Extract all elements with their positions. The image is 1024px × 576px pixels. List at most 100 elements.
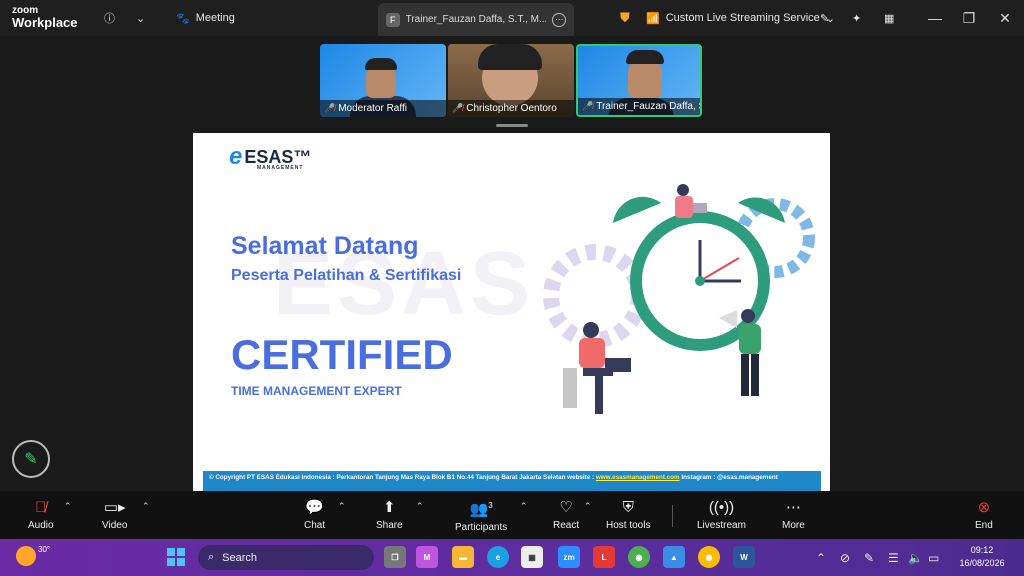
share-options-caret[interactable]: ⌃ xyxy=(416,501,424,512)
chevron-down-icon[interactable]: ⌄ xyxy=(136,0,145,36)
more-label: More xyxy=(782,519,805,531)
zoom-workplace-logo: zoom Workplace xyxy=(12,6,78,30)
title-bar: zoom Workplace ⓘ ⌄ 🐾 Meeting F Trainer_F… xyxy=(0,0,1024,36)
people-icon: 👥3 xyxy=(469,500,493,518)
participants-options-caret[interactable]: ⌃ xyxy=(520,501,528,512)
windows-start-icon[interactable] xyxy=(167,548,185,566)
pen-icon[interactable]: ✎ xyxy=(864,539,874,576)
m365-icon[interactable]: M xyxy=(416,546,438,568)
livestream-button[interactable]: ((•)) Livestream xyxy=(697,491,746,539)
battery-icon[interactable]: ▭ xyxy=(928,539,939,576)
signal-icon: 📶 xyxy=(646,12,660,25)
edge-icon[interactable]: e xyxy=(487,546,509,568)
resize-handle[interactable] xyxy=(496,124,528,127)
shared-screen-slide: ESAS e ESAS™ MANAGEMENT Selamat Datang P… xyxy=(193,133,830,491)
more-options-icon[interactable]: ⋯ xyxy=(552,12,567,27)
slide-welcome-sub: Peserta Pelatihan & Sertifikasi xyxy=(231,267,462,284)
screen-share-tab[interactable]: F Trainer_Fauzan Daffa, S.T., M....'s sc… xyxy=(378,3,574,36)
sharer-avatar: F xyxy=(386,12,400,27)
streaming-status[interactable]: 📶 Custom Live Streaming Service ⌄ xyxy=(646,0,835,36)
ai-sparkle-icon[interactable]: ✦ xyxy=(852,0,861,36)
more-dots-icon: ⋯ xyxy=(785,498,801,516)
tray-overflow-icon[interactable]: ⌃ xyxy=(816,539,826,576)
participants-button[interactable]: 👥3 Participants xyxy=(455,491,507,539)
minimize-button[interactable]: — xyxy=(920,0,950,36)
annotate-button[interactable]: ✎ xyxy=(12,440,50,478)
weather-widget[interactable]: 30° xyxy=(16,544,51,566)
info-icon[interactable]: ⓘ xyxy=(104,0,115,36)
chat-button[interactable]: 💬 Chat xyxy=(304,491,325,539)
end-button[interactable]: ⊗ End xyxy=(975,491,993,539)
paw-icon: 🐾 xyxy=(176,12,190,25)
video-camera-icon: ▭▸ xyxy=(103,498,126,516)
video-button[interactable]: ▭▸ Video xyxy=(102,491,127,539)
zoom-app-icon[interactable]: zm xyxy=(558,546,580,568)
participants-count: 3 xyxy=(488,500,493,510)
tab-label: Trainer_Fauzan Daffa, S.T., M....'s sc xyxy=(405,14,547,25)
share-label: Share xyxy=(376,519,403,531)
participant-tile[interactable]: 🎤̸ Moderator Raffi xyxy=(320,44,446,117)
participant-tile[interactable]: 🎤̸ Christopher Oentoro xyxy=(448,44,574,117)
share-screen-icon: ⬆ xyxy=(383,498,396,516)
participant-name-text: Trainer_Fauzan Daffa, S.T., ... xyxy=(596,101,700,112)
meeting-toolbar: 🎙̸ Audio ⌃ ▭▸ Video ⌃ 💬 Chat ⌃ ⬆ Share ⌃… xyxy=(0,491,1024,539)
mic-muted-icon: 🎤̸ xyxy=(582,101,594,111)
host-tools-label: Host tools xyxy=(606,519,651,531)
footer-text: © Copyright PT ESAS Edukasi Indonesia : … xyxy=(209,474,596,481)
file-explorer-icon[interactable]: ▬ xyxy=(452,546,474,568)
search-icon: ⌕ xyxy=(208,551,215,563)
chrome-profile-icon[interactable]: ◉ xyxy=(698,546,720,568)
livestream-label: Livestream xyxy=(697,519,746,531)
store-icon[interactable]: ▦ xyxy=(521,546,543,568)
search-input[interactable]: ⌕ Search xyxy=(198,545,374,570)
volume-icon[interactable]: 🔈 xyxy=(908,539,923,576)
toolbar-divider xyxy=(672,505,673,527)
meeting-label: Meeting xyxy=(195,12,235,24)
photos-icon[interactable]: ▲ xyxy=(663,546,685,568)
chat-options-caret[interactable]: ⌃ xyxy=(338,501,346,512)
react-button[interactable]: ♡ React xyxy=(553,491,579,539)
end-call-icon: ⊗ xyxy=(977,498,991,516)
pencil-icon: ✎ xyxy=(24,451,38,468)
footer-website-link[interactable]: www.esasmanagement.com xyxy=(596,474,680,481)
shield-check-icon: ⛨ xyxy=(622,498,634,516)
share-button[interactable]: ⬆ Share xyxy=(376,491,403,539)
participant-name: 🎤̸ Moderator Raffi xyxy=(320,100,446,117)
view-layout-icon[interactable]: ▦ xyxy=(884,0,894,36)
chrome-icon[interactable]: ◉ xyxy=(628,546,650,568)
windows-taskbar: 30° ⌕ Search ❐ M ▬ e ▦ zm L ◉ ▲ ◉ W ⌃ ⊘ … xyxy=(0,539,1024,576)
more-button[interactable]: ⋯ More xyxy=(782,491,805,539)
network-icon[interactable]: ⊘ xyxy=(840,539,850,576)
system-clock[interactable]: 09:12 16/08/2026 xyxy=(950,544,1014,570)
restore-button[interactable]: ❐ xyxy=(954,0,984,36)
magic-wand-icon[interactable]: ✎ xyxy=(820,0,829,36)
sun-icon xyxy=(16,546,36,566)
video-options-caret[interactable]: ⌃ xyxy=(142,501,150,512)
host-tools-button[interactable]: ⛨ Host tools xyxy=(606,491,650,539)
word-icon[interactable]: W xyxy=(733,546,755,568)
meeting-tab[interactable]: 🐾 Meeting xyxy=(176,0,235,36)
react-label: React xyxy=(553,519,580,531)
slide-certified: CERTIFIED xyxy=(231,331,453,378)
participant-strip: 🎤̸ Moderator Raffi 🎤̸ Christopher Oentor… xyxy=(320,44,702,117)
mic-muted-icon: 🎙̸ xyxy=(35,498,47,516)
l-app-icon[interactable]: L xyxy=(593,546,615,568)
clock-date: 16/08/2026 xyxy=(959,558,1005,568)
participant-tile-active[interactable]: 🎤̸ Trainer_Fauzan Daffa, S.T., ... xyxy=(576,44,702,117)
task-view-icon[interactable]: ❐ xyxy=(384,546,406,568)
react-options-caret[interactable]: ⌃ xyxy=(584,501,592,512)
close-button[interactable]: ✕ xyxy=(990,0,1020,36)
participant-name-text: Christopher Oentoro xyxy=(466,103,557,114)
esas-logo-mark: e xyxy=(229,143,243,170)
audio-button[interactable]: 🎙̸ Audio xyxy=(28,491,54,539)
participants-label: Participants xyxy=(455,521,508,533)
shield-icon[interactable]: ⛊ xyxy=(620,0,630,36)
temperature: 30° xyxy=(38,544,51,554)
audio-options-caret[interactable]: ⌃ xyxy=(64,501,72,512)
video-hair xyxy=(626,50,664,64)
end-label: End xyxy=(975,519,993,531)
search-placeholder: Search xyxy=(222,551,258,564)
wifi-icon[interactable]: ☰ xyxy=(888,539,899,576)
broadcast-icon: ((•)) xyxy=(708,498,735,516)
slide-footer: © Copyright PT ESAS Edukasi Indonesia : … xyxy=(203,471,821,491)
